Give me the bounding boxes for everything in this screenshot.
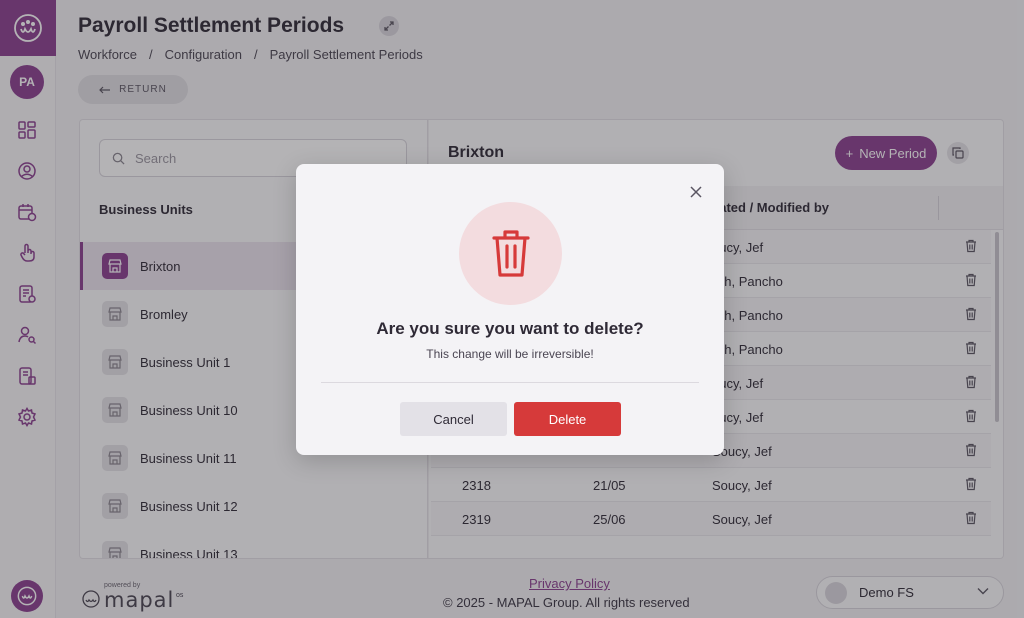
dialog-divider — [321, 382, 699, 383]
cancel-button[interactable]: Cancel — [400, 402, 507, 436]
delete-warning-badge — [459, 202, 562, 305]
delete-button[interactable]: Delete — [514, 402, 621, 436]
trash-icon — [491, 229, 530, 277]
dialog-subtitle: This change will be irreversible! — [426, 347, 594, 361]
close-icon[interactable] — [688, 184, 704, 200]
dialog-title: Are you sure you want to delete? — [376, 319, 644, 338]
delete-confirm-dialog: Are you sure you want to delete? This ch… — [296, 164, 724, 455]
